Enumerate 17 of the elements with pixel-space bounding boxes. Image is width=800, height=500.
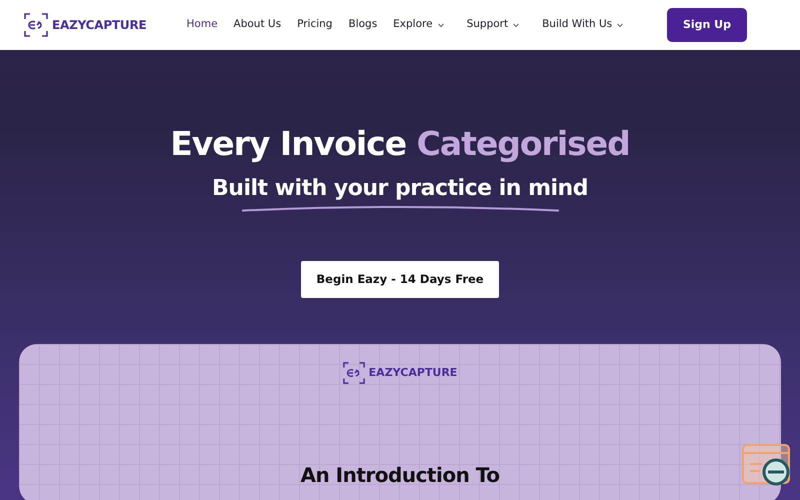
panel-heading: An Introduction To <box>300 462 500 489</box>
nav-link[interactable]: Build With Us <box>542 17 624 33</box>
hero-title: Every Invoice Categorised <box>170 124 630 164</box>
logo-icon <box>342 362 365 384</box>
nav-link[interactable]: Pricing <box>297 17 332 33</box>
logo-icon <box>24 13 48 37</box>
nav-link[interactable]: Explore <box>393 17 445 33</box>
nav-link[interactable]: Home <box>186 17 218 33</box>
browser-search-icon[interactable] <box>742 444 792 488</box>
cta-button[interactable]: Begin Eazy - 14 Days Free <box>301 260 499 298</box>
brand-name: EAZYCAPTURE <box>368 364 458 381</box>
nav-link[interactable]: About Us <box>234 17 282 33</box>
nav-link[interactable]: Blogs <box>348 17 378 33</box>
brand-name[interactable]: EAZYCAPTURE <box>52 16 147 34</box>
nav-link[interactable]: Support <box>466 17 520 33</box>
sign-up-button[interactable]: Sign Up <box>666 8 747 42</box>
hero-subtitle: Built with your practice in mind <box>212 174 588 203</box>
